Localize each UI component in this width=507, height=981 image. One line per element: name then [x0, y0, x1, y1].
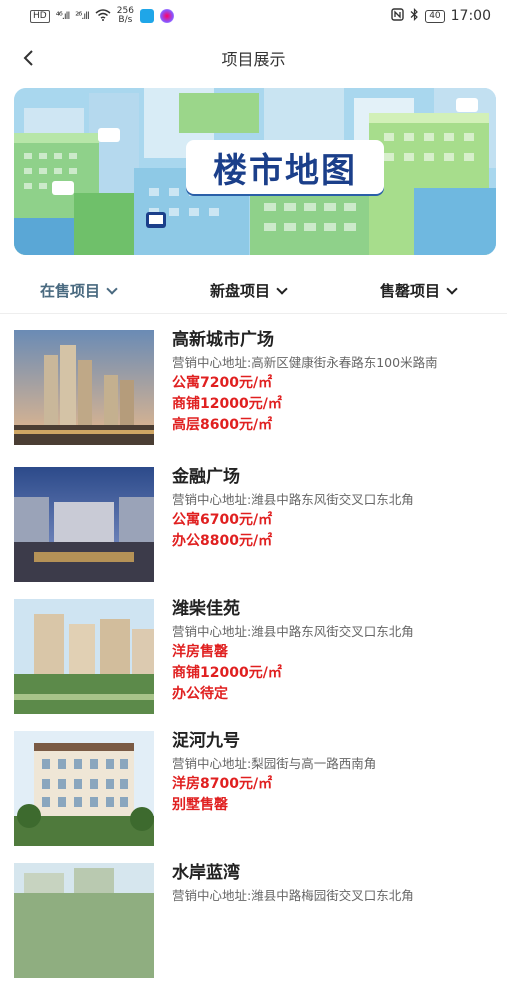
- chevron-down-icon: [446, 282, 458, 295]
- project-name: 潍柴佳苑: [172, 599, 240, 619]
- price-line: 商铺12000元/㎡: [172, 396, 282, 412]
- project-name: 金融广场: [172, 467, 240, 487]
- price-line: 商铺12000元/㎡: [172, 665, 282, 681]
- list-item[interactable]: 潍柴佳苑 营销中心地址:潍县中路东风街交叉口东北角 洋房售罄 商铺12000元/…: [0, 585, 507, 717]
- net-speed: 256 B/s: [116, 6, 134, 25]
- project-address: 营销中心地址:梨园街与高一路西南角: [172, 756, 377, 771]
- back-button[interactable]: [14, 44, 42, 72]
- project-address: 营销中心地址:潍县中路东风街交叉口东北角: [172, 492, 414, 507]
- tab-label: 新盘项目: [210, 282, 271, 300]
- project-address: 营销中心地址:潍县中路东风街交叉口东北角: [172, 624, 414, 639]
- map-banner[interactable]: 楼市地图: [14, 88, 496, 255]
- tab-label: 在售项目: [40, 282, 101, 300]
- battery-icon: 40: [425, 9, 445, 23]
- project-image: [14, 467, 154, 582]
- bluetooth-icon: [410, 8, 419, 24]
- tab-new[interactable]: 新盘项目: [210, 280, 288, 301]
- project-address: 营销中心地址:潍县中路梅园街交叉口东北角: [172, 888, 414, 903]
- tab-sold-out[interactable]: 售罄项目: [380, 280, 458, 301]
- signal-icon: ⁴⁶.ıll: [55, 10, 70, 22]
- price-line: 高层8600元/㎡: [172, 417, 273, 433]
- price-line: 办公待定: [172, 686, 228, 702]
- filter-tabs: 在售项目 新盘项目 售罄项目: [0, 270, 507, 314]
- status-bar: HD ⁴⁶.ıll ²⁶.ıll 256 B/s 40 17:00: [0, 0, 507, 32]
- app-notification-icon-2: [159, 9, 174, 23]
- list-item[interactable]: 浞河九号 营销中心地址:梨园街与高一路西南角 洋房8700元/㎡ 别墅售罄: [0, 717, 507, 849]
- clock: 17:00: [450, 8, 491, 24]
- project-image: [14, 599, 154, 714]
- list-item[interactable]: 水岸蓝湾 营销中心地址:潍县中路梅园街交叉口东北角: [0, 849, 507, 981]
- tab-on-sale[interactable]: 在售项目: [40, 280, 118, 301]
- page-title: 项目展示: [221, 50, 286, 69]
- price-line: 别墅售罄: [172, 797, 228, 813]
- chevron-left-icon: [23, 50, 33, 66]
- project-address: 营销中心地址:高新区健康街永春路东100米路南: [172, 355, 438, 370]
- nav-header: 项目展示: [0, 38, 507, 78]
- chevron-down-icon: [276, 282, 288, 295]
- project-name: 浞河九号: [172, 731, 240, 751]
- price-line: 洋房售罄: [172, 644, 228, 660]
- hd-badge: HD: [30, 9, 50, 23]
- list-item[interactable]: 金融广场 营销中心地址:潍县中路东风街交叉口东北角 公寓6700元/㎡ 办公88…: [0, 453, 507, 585]
- list-item[interactable]: 高新城市广场 营销中心地址:高新区健康街永春路东100米路南 公寓7200元/㎡…: [0, 316, 507, 448]
- signal-icon-2: ²⁶.ıll: [75, 10, 89, 22]
- price-line: 洋房8700元/㎡: [172, 776, 273, 792]
- price-line: 办公8800元/㎡: [172, 533, 273, 549]
- project-name: 水岸蓝湾: [172, 863, 240, 883]
- project-image: [14, 731, 154, 846]
- banner-title: 楼市地图: [186, 140, 384, 194]
- wifi-icon: [95, 8, 111, 24]
- project-image: [14, 863, 154, 978]
- project-name: 高新城市广场: [172, 330, 274, 350]
- project-image: [14, 330, 154, 445]
- price-line: 公寓7200元/㎡: [172, 375, 273, 391]
- chevron-down-icon: [106, 282, 118, 295]
- app-notification-icon: [139, 9, 154, 23]
- tab-label: 售罄项目: [380, 282, 441, 300]
- price-line: 公寓6700元/㎡: [172, 512, 273, 528]
- nfc-icon: [391, 8, 404, 24]
